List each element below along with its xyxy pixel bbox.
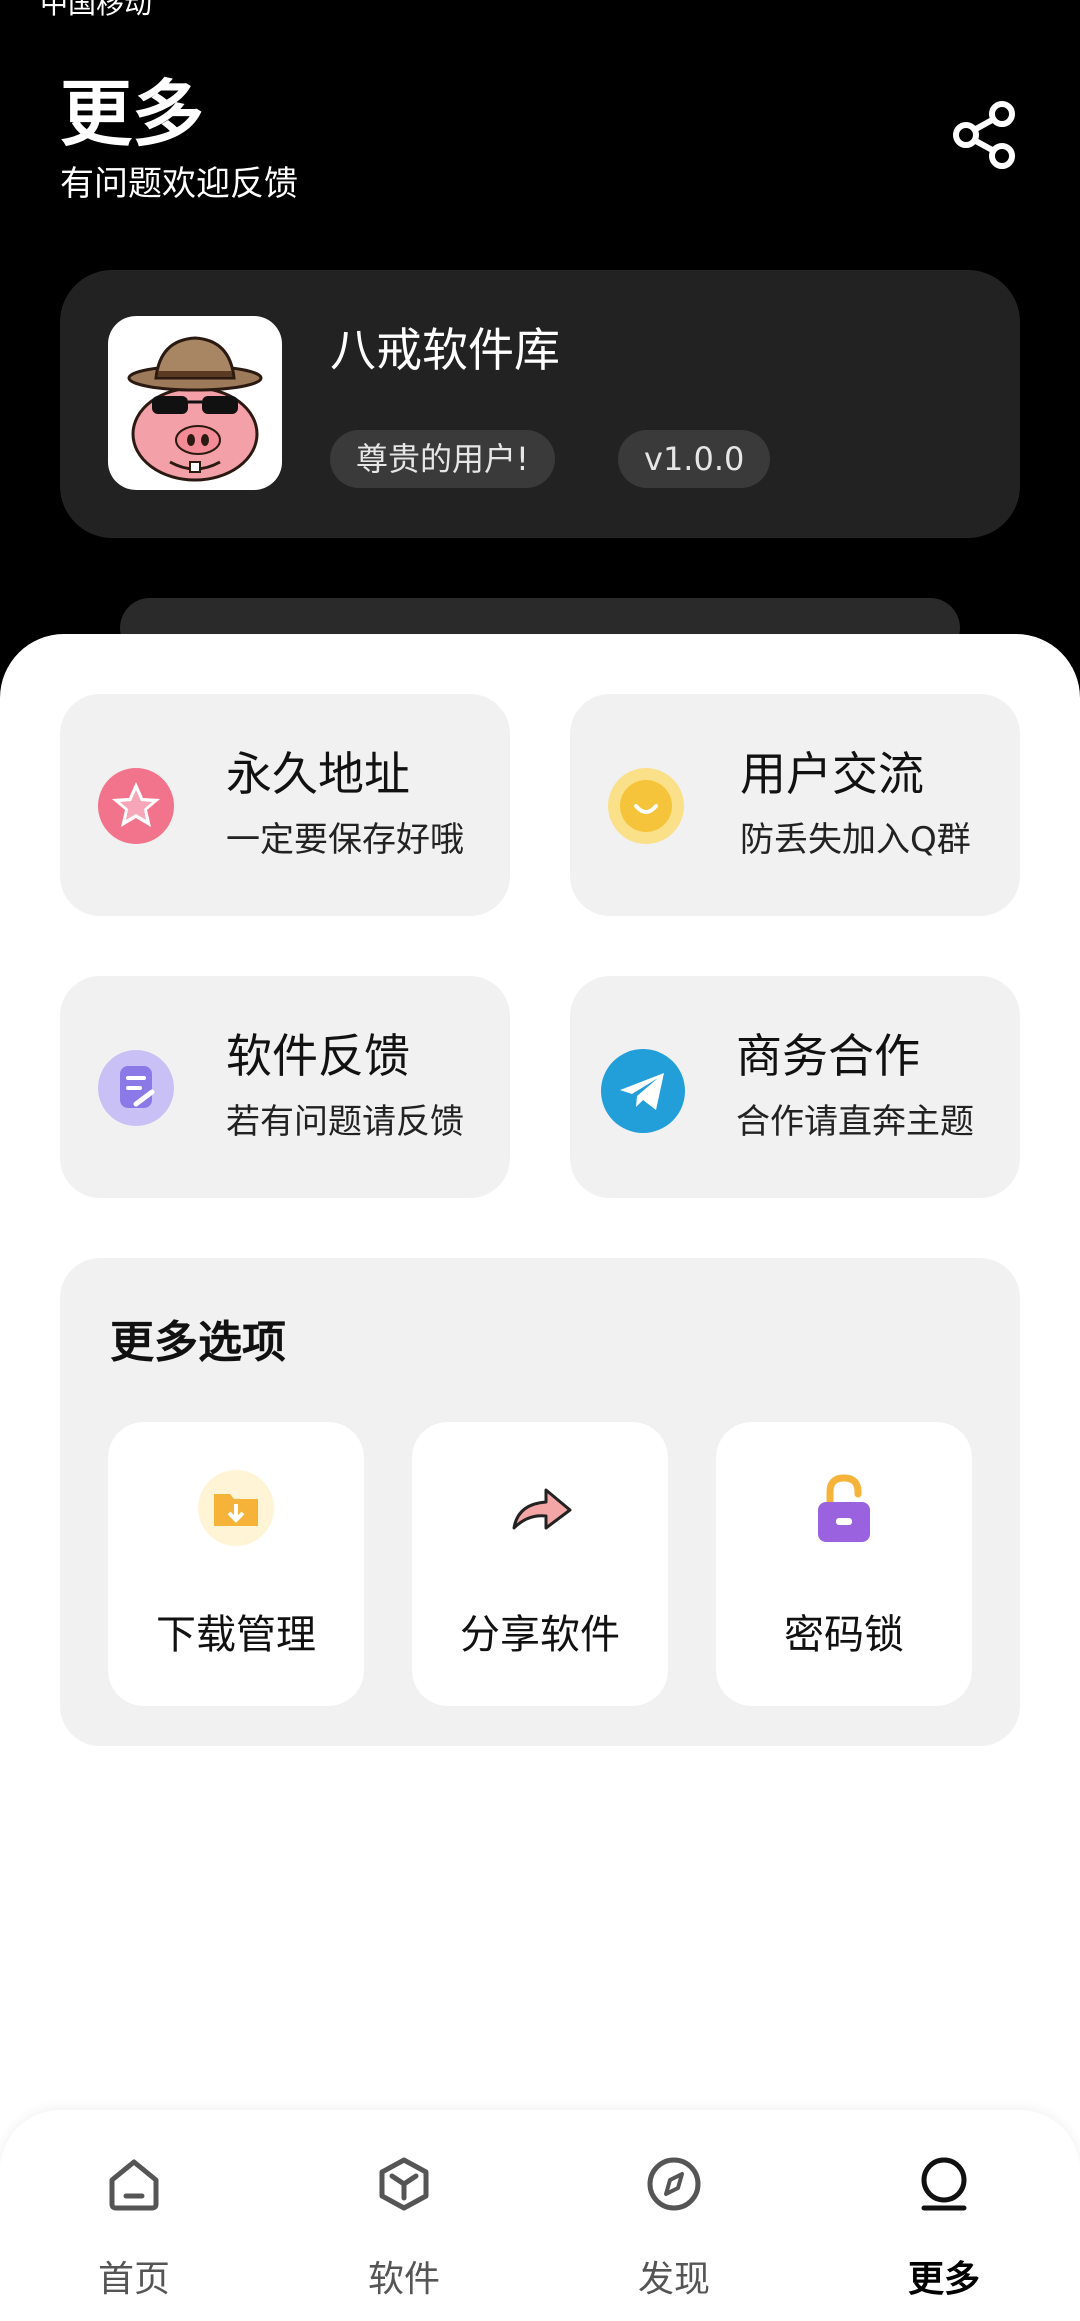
feedback-icon xyxy=(96,1048,176,1128)
tile-software-feedback[interactable]: 软件反馈 若有问题请反馈 xyxy=(60,976,510,1198)
home-icon xyxy=(104,2154,164,2214)
tile-subtitle: 合作请直奔主题 xyxy=(736,1102,974,1142)
page-subtitle: 有问题欢迎反馈 xyxy=(60,164,298,204)
tile-user-chat[interactable]: 用户交流 防丢失加入Q群 xyxy=(570,694,1020,916)
tab-label: 更多 xyxy=(907,2259,980,2300)
user-badge: 尊贵的用户! xyxy=(330,430,555,488)
tab-label: 首页 xyxy=(97,2259,170,2300)
tile-business-cooperation[interactable]: 商务合作 合作请直奔主题 xyxy=(570,976,1020,1198)
tab-label: 发现 xyxy=(637,2259,710,2300)
download-manager-button[interactable]: 下载管理 xyxy=(108,1422,364,1706)
app-info-card: 八戒软件库 尊贵的用户! v1.0.0 xyxy=(60,270,1020,538)
option-label: 下载管理 xyxy=(156,1612,316,1658)
version-badge: v1.0.0 xyxy=(618,430,771,488)
page-title: 更多 xyxy=(60,72,205,156)
share-arrow-icon xyxy=(500,1468,580,1548)
tab-software[interactable]: 软件 xyxy=(304,2110,504,2321)
status-carrier: 中国移动 xyxy=(40,0,153,20)
content-sheet: 永久地址 一定要保存好哦 用户交流 防丢失加入Q群 软件反馈 若有问题请反馈 商… xyxy=(0,634,1080,2321)
star-icon xyxy=(96,766,176,846)
lock-icon xyxy=(804,1468,884,1548)
chat-icon xyxy=(606,766,686,846)
more-options-panel: 更多选项 下载管理 分享软件 密码锁 xyxy=(60,1258,1020,1746)
tile-title: 软件反馈 xyxy=(226,1029,410,1083)
cube-icon xyxy=(374,2154,434,2214)
tile-title: 永久地址 xyxy=(226,747,410,801)
tile-subtitle: 一定要保存好哦 xyxy=(226,820,464,860)
download-folder-icon xyxy=(196,1468,276,1548)
more-options-title: 更多选项 xyxy=(110,1317,286,1368)
share-icon[interactable] xyxy=(950,100,1020,170)
header: 更多 有问题欢迎反馈 xyxy=(60,70,298,206)
tab-more[interactable]: 更多 xyxy=(844,2110,1044,2321)
tile-subtitle: 防丢失加入Q群 xyxy=(740,820,971,860)
password-lock-button[interactable]: 密码锁 xyxy=(716,1422,972,1706)
tile-subtitle: 若有问题请反馈 xyxy=(226,1102,464,1142)
tab-label: 软件 xyxy=(367,2259,440,2300)
tile-title: 商务合作 xyxy=(736,1029,920,1083)
telegram-icon xyxy=(600,1048,685,1133)
compass-icon xyxy=(644,2154,704,2214)
option-label: 密码锁 xyxy=(784,1612,904,1658)
share-software-button[interactable]: 分享软件 xyxy=(412,1422,668,1706)
tab-home[interactable]: 首页 xyxy=(34,2110,234,2321)
app-logo xyxy=(108,316,282,490)
tile-title: 用户交流 xyxy=(740,747,924,801)
app-name: 八戒软件库 xyxy=(330,323,560,377)
bottom-tab-bar: 首页 软件 发现 更多 xyxy=(0,2110,1080,2321)
profile-icon xyxy=(914,2154,974,2214)
tab-discover[interactable]: 发现 xyxy=(574,2110,774,2321)
option-label: 分享软件 xyxy=(460,1612,620,1658)
tile-permanent-address[interactable]: 永久地址 一定要保存好哦 xyxy=(60,694,510,916)
